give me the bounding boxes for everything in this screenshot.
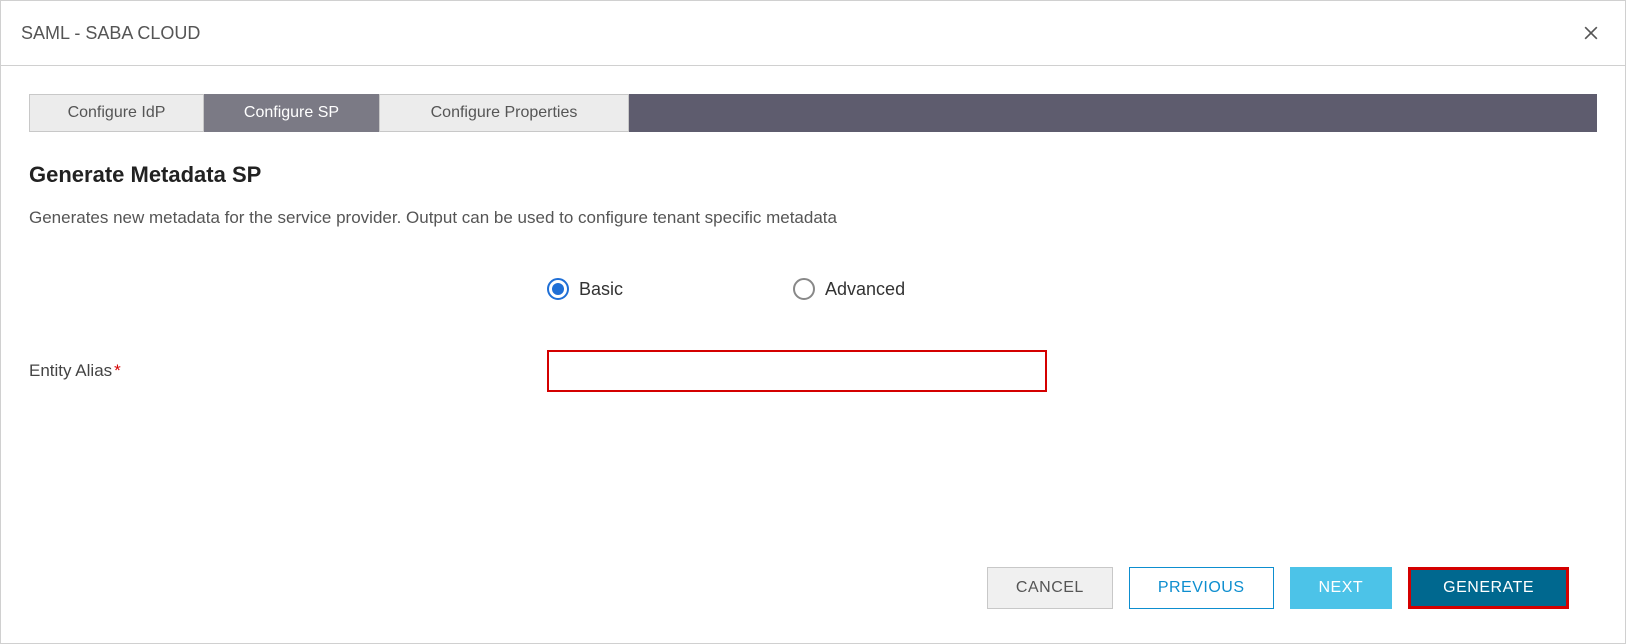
radio-row: Basic Advanced	[29, 278, 1597, 300]
entity-alias-label-text: Entity Alias	[29, 361, 112, 380]
entity-alias-label: Entity Alias*	[29, 361, 547, 381]
tabs-filler	[629, 94, 1597, 132]
radio-icon	[547, 278, 569, 300]
dialog-body: Configure IdP Configure SP Configure Pro…	[1, 66, 1625, 643]
close-button[interactable]	[1577, 19, 1605, 47]
radio-icon	[793, 278, 815, 300]
radio-advanced-label: Advanced	[825, 279, 905, 300]
section-title: Generate Metadata SP	[29, 162, 1597, 188]
required-star-icon: *	[114, 361, 121, 380]
dialog-header: SAML - SABA CLOUD	[1, 1, 1625, 66]
saml-dialog: SAML - SABA CLOUD Configure IdP Configur…	[0, 0, 1626, 644]
entity-alias-row: Entity Alias*	[29, 350, 1597, 392]
tab-configure-sp[interactable]: Configure SP	[204, 94, 379, 132]
dialog-footer: CANCEL PREVIOUS NEXT GENERATE	[29, 547, 1597, 643]
close-icon	[1581, 23, 1601, 43]
previous-button[interactable]: PREVIOUS	[1129, 567, 1274, 609]
radio-basic[interactable]: Basic	[547, 278, 623, 300]
tab-configure-idp[interactable]: Configure IdP	[29, 94, 204, 132]
section-description: Generates new metadata for the service p…	[29, 208, 1597, 228]
tabs-row: Configure IdP Configure SP Configure Pro…	[29, 94, 1597, 132]
entity-alias-input[interactable]	[547, 350, 1047, 392]
tab-configure-properties[interactable]: Configure Properties	[379, 94, 629, 132]
radio-basic-label: Basic	[579, 279, 623, 300]
dialog-title: SAML - SABA CLOUD	[21, 23, 200, 44]
next-button[interactable]: NEXT	[1290, 567, 1393, 609]
cancel-button[interactable]: CANCEL	[987, 567, 1113, 609]
radio-dot-icon	[552, 283, 564, 295]
generate-button[interactable]: GENERATE	[1408, 567, 1569, 609]
radio-advanced[interactable]: Advanced	[793, 278, 905, 300]
